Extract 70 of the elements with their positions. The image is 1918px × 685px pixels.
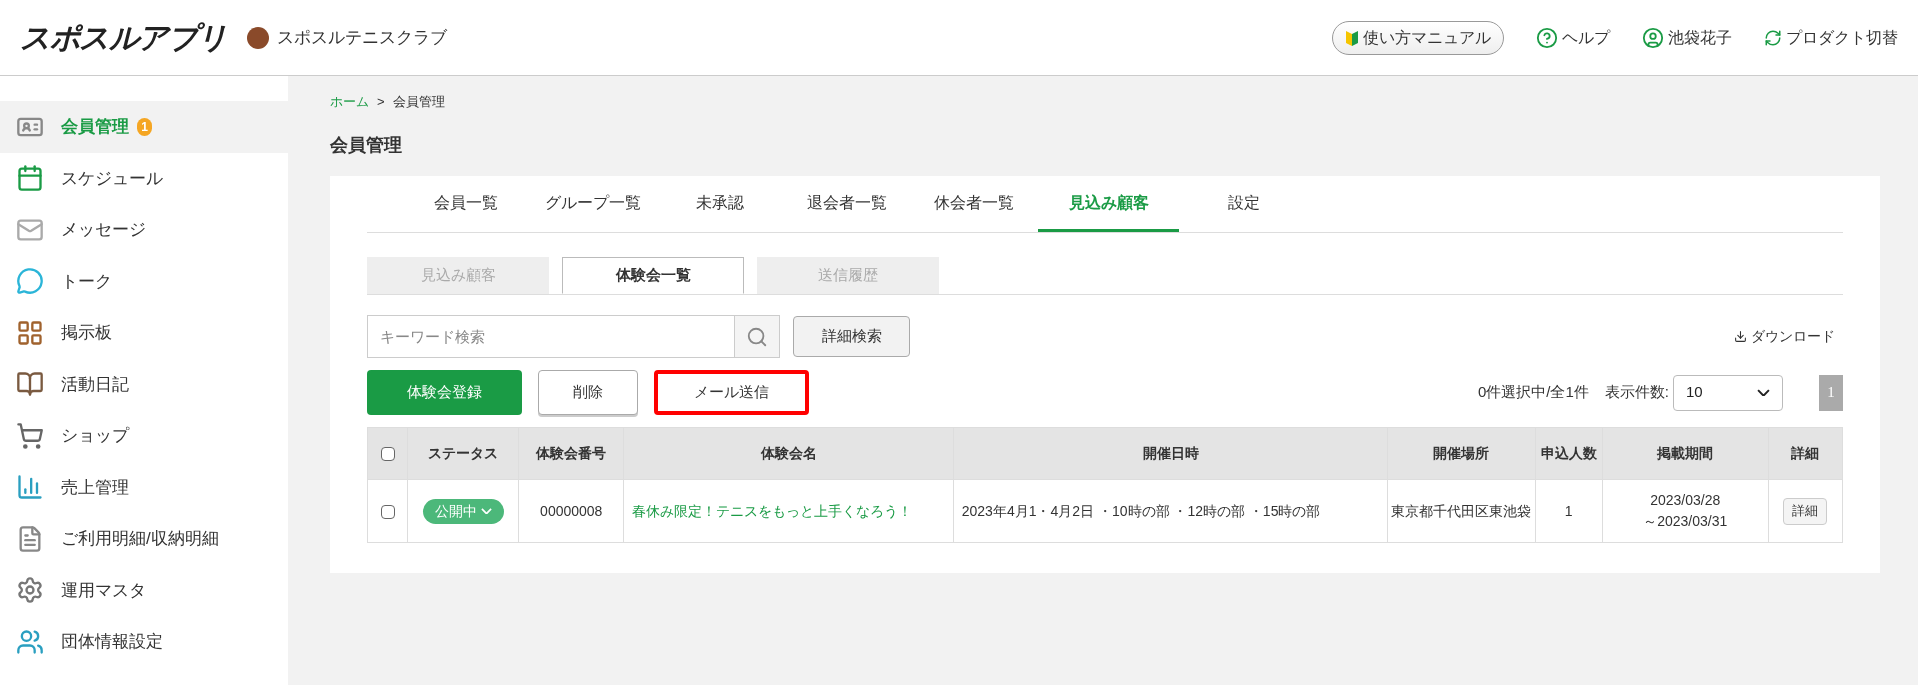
help-icon xyxy=(1536,26,1558,49)
sidebar-item[interactable]: 売上管理 xyxy=(0,461,288,513)
count-badge: 1 xyxy=(137,117,152,136)
period-date: ～2023/03/31 xyxy=(1642,512,1729,531)
tab[interactable]: 未承認 xyxy=(657,176,782,232)
people-icon xyxy=(16,627,44,656)
action-button[interactable]: メール送信 xyxy=(654,370,809,415)
sidebar-item[interactable]: スケジュール xyxy=(0,152,288,204)
bar-chart-icon xyxy=(16,473,44,502)
sidebar-item[interactable]: ショップ xyxy=(0,410,288,462)
column-header: 申込人数 xyxy=(1535,427,1603,480)
chevron-down-icon xyxy=(1757,388,1770,397)
tab[interactable]: 見込み顧客 xyxy=(1038,176,1179,232)
sidebar-item[interactable]: 活動日記 xyxy=(0,358,288,410)
leaf-mark-icon xyxy=(1345,28,1359,47)
chevron-down-icon xyxy=(480,507,492,515)
column-header: 体験会番号 xyxy=(518,427,624,480)
sidebar-item[interactable]: 掲示板 xyxy=(0,307,288,359)
column-header: 体験会名 xyxy=(623,427,954,480)
tab[interactable]: グループ一覧 xyxy=(530,176,655,232)
row-checkbox[interactable] xyxy=(380,504,395,519)
keyword-search-field[interactable]: キーワード検索 xyxy=(367,315,735,358)
action-button[interactable]: 体験会登録 xyxy=(367,370,522,415)
logo[interactable]: スポスルアプリ xyxy=(20,15,227,60)
manual-button[interactable]: 使い方マニュアル xyxy=(1332,20,1504,55)
column-header: 開催場所 xyxy=(1387,427,1536,480)
advanced-search-button[interactable]: 詳細検索 xyxy=(793,316,910,357)
action-button[interactable]: 削除 xyxy=(538,370,638,415)
table-cell: 2023年4月1・4月2日 ・10時の部 ・12時の部 ・15時の部 xyxy=(953,479,1388,543)
tab[interactable]: 休会者一覧 xyxy=(911,176,1036,232)
page-size-select[interactable]: 10 xyxy=(1673,374,1783,411)
calendar-icon xyxy=(16,164,44,193)
page-size-label: 表示件数: xyxy=(1604,382,1669,403)
table-cell: 00000008 xyxy=(518,479,624,543)
tab[interactable]: 退会者一覧 xyxy=(784,176,909,232)
column-header: 詳細 xyxy=(1768,427,1843,480)
breadcrumb-current: 会員管理 xyxy=(392,93,445,112)
refresh-icon xyxy=(1764,28,1782,47)
selection-count: 0件選択中/全1件 xyxy=(1477,382,1589,403)
board-icon xyxy=(16,318,44,347)
sub-tab[interactable]: 体験会一覧 xyxy=(562,257,744,294)
column-header: ステータス xyxy=(407,427,519,480)
club-name: スポスルテニスクラブ xyxy=(276,26,447,49)
sidebar-item[interactable]: ご利用明細/収納明細 xyxy=(0,513,288,565)
detail-button[interactable]: 詳細 xyxy=(1783,497,1828,525)
column-header: 掲載期間 xyxy=(1602,427,1769,480)
select-all-checkbox[interactable] xyxy=(380,447,395,462)
sidebar-item[interactable]: トーク xyxy=(0,255,288,307)
table-cell: 1 xyxy=(1535,479,1603,543)
user-icon xyxy=(1642,26,1664,49)
tab[interactable]: 会員一覧 xyxy=(403,176,528,232)
sidebar-item[interactable]: 運用マスタ xyxy=(0,564,288,616)
cart-icon xyxy=(16,421,44,450)
search-icon xyxy=(746,325,768,348)
page-title: 会員管理 xyxy=(330,134,403,157)
product-switch-link[interactable]: プロダクト切替 xyxy=(1764,25,1898,50)
download-icon xyxy=(1734,330,1747,343)
sidebar-item[interactable]: メッセージ xyxy=(0,204,288,256)
breadcrumb-separator: > xyxy=(377,93,385,112)
sidebar-item[interactable]: 団体情報設定 xyxy=(0,616,288,668)
download-link[interactable]: ダウンロード xyxy=(1734,326,1835,347)
tab[interactable]: 設定 xyxy=(1181,176,1306,232)
table-cell: 東京都千代田区東池袋 xyxy=(1387,479,1536,543)
speech-bubble-icon xyxy=(16,267,44,296)
help-link[interactable]: ヘルプ xyxy=(1536,25,1610,50)
period-date: 2023/03/28 xyxy=(1649,491,1722,510)
search-button[interactable] xyxy=(735,315,780,358)
column-header: 開催日時 xyxy=(953,427,1388,480)
user-menu[interactable]: 池袋花子 xyxy=(1642,25,1732,50)
gear-icon xyxy=(16,576,44,605)
